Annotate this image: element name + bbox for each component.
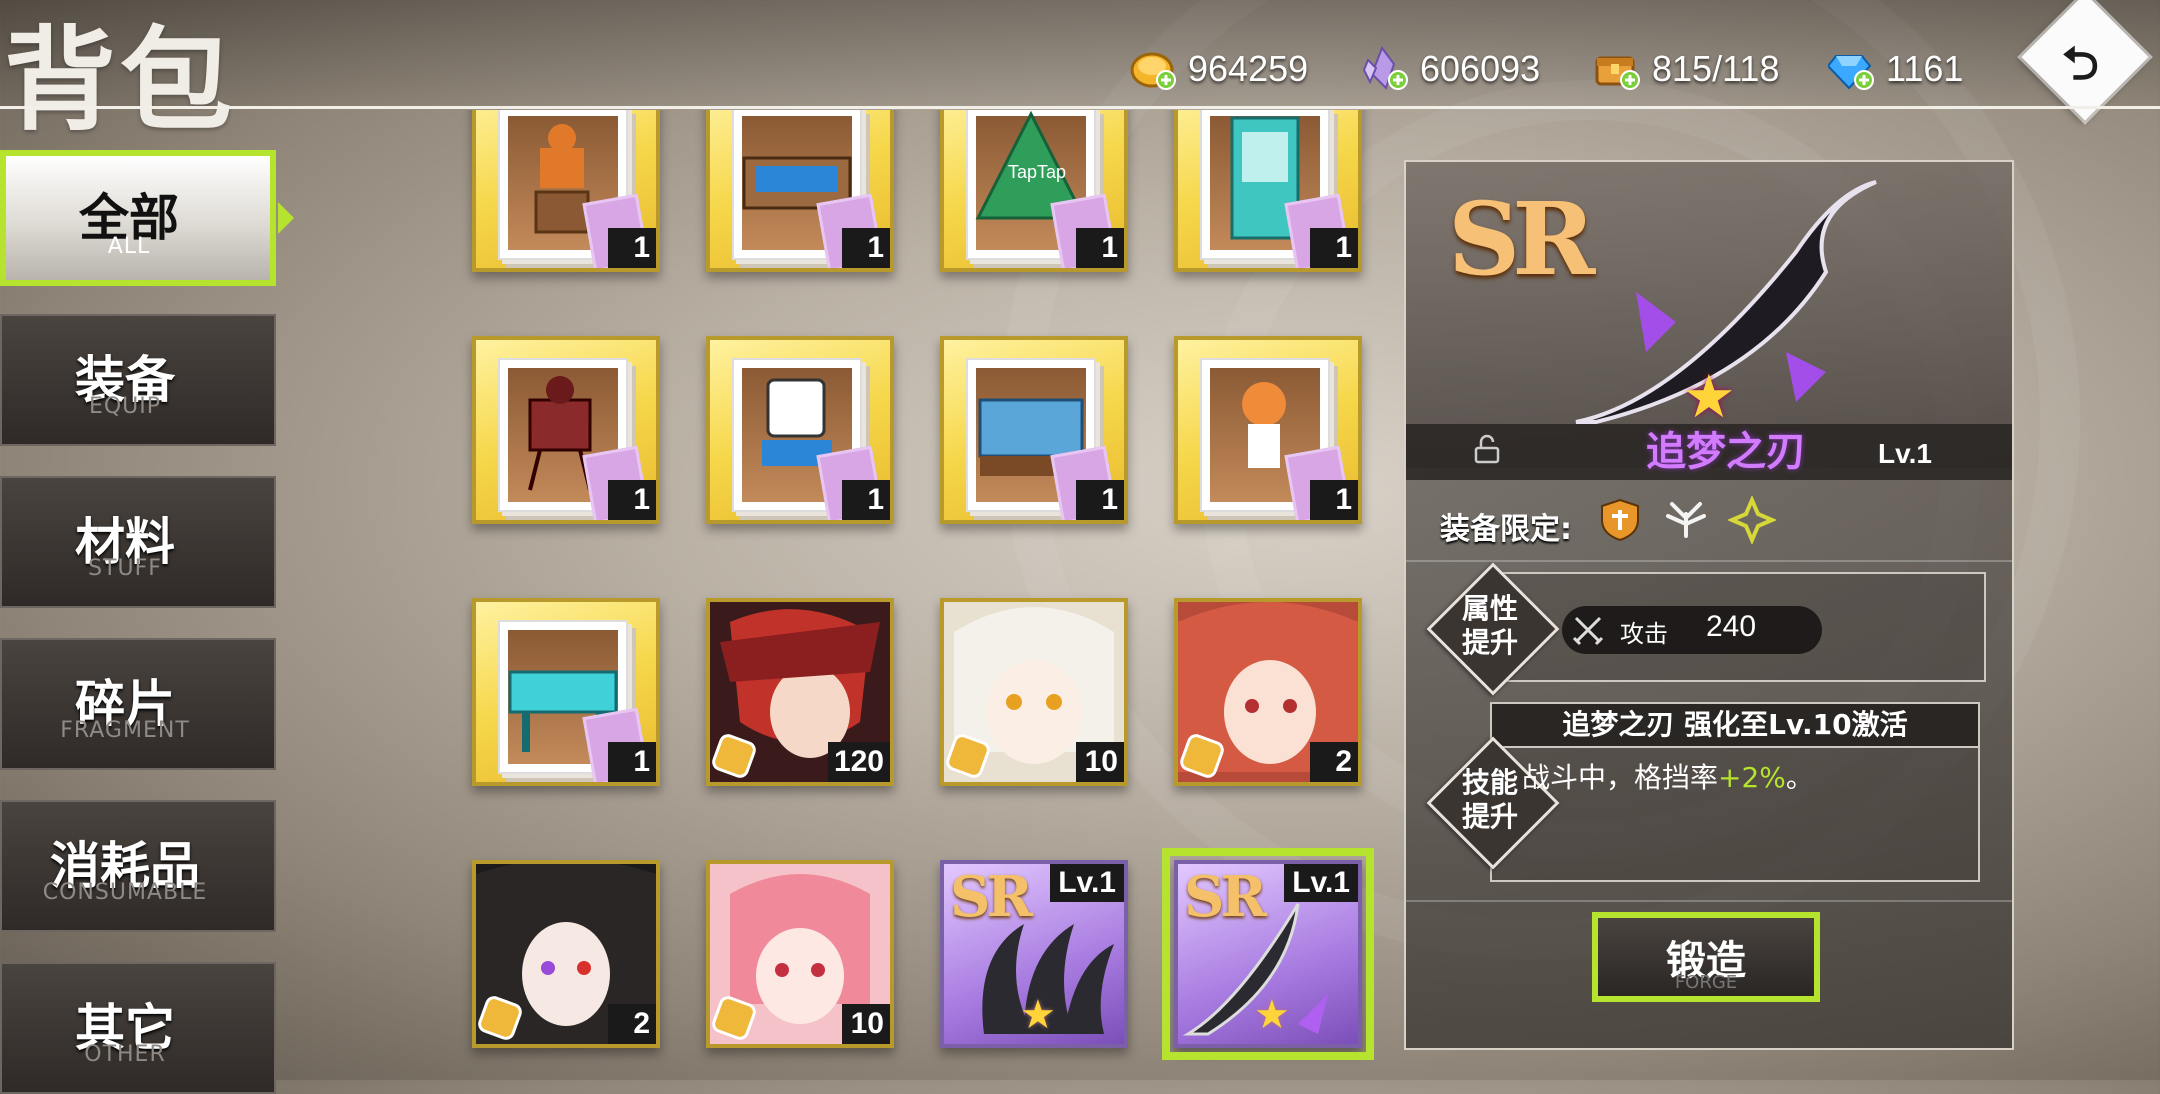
item-count: 1 xyxy=(842,228,890,268)
attack-stat: 攻击 240 xyxy=(1562,606,1822,654)
active-pointer xyxy=(278,202,294,234)
tab-fragment[interactable]: 碎片 FRAGMENT xyxy=(0,638,276,770)
stat-label: 攻击 xyxy=(1620,620,1668,648)
rarity-label: SR xyxy=(950,864,1033,930)
item-level: Lv.1 xyxy=(1050,864,1124,902)
equip-limit-label: 装备限定: xyxy=(1440,512,1572,547)
grid-item[interactable]: 120 xyxy=(706,598,894,786)
diamond-resource[interactable]: 1161 xyxy=(1826,42,1964,96)
back-button[interactable]: ⮌ xyxy=(2020,0,2150,122)
back-arrow-icon: ⮌ xyxy=(2062,36,2099,90)
chest-value: 815/118 xyxy=(1652,48,1780,89)
divider xyxy=(1406,560,2012,562)
diamond-icon xyxy=(1826,46,1874,92)
treasure-chest-icon xyxy=(1594,46,1640,92)
item-count: 1 xyxy=(608,480,656,520)
item-count: 10 xyxy=(1076,742,1124,782)
tab-sublabel: EQUIP xyxy=(88,394,162,419)
diamond-value: 1161 xyxy=(1886,48,1964,89)
tab-sublabel: OTHER xyxy=(84,1042,166,1067)
tab-sublabel: ALL xyxy=(107,234,151,259)
item-count: 10 xyxy=(842,1004,890,1044)
tab-stuff[interactable]: 材料 STUFF xyxy=(0,476,276,608)
item-level: Lv.1 xyxy=(1878,438,1932,469)
star-icon: ★ xyxy=(1020,992,1056,1038)
inventory-grid[interactable]: 1 1 TapTap 1 1 1 1 1 1 1 120 10 2 2 10 S… xyxy=(300,110,1390,1080)
grid-item[interactable]: 2 xyxy=(1174,598,1362,786)
gold-coin-icon xyxy=(1130,46,1176,92)
grid-item-selected[interactable]: SR Lv.1 ★ xyxy=(1162,848,1374,1060)
shield-class-icon xyxy=(1601,498,1639,542)
rarity-label: SR xyxy=(1184,864,1267,930)
grid-item[interactable]: 1 xyxy=(1174,336,1362,524)
item-count: 1 xyxy=(1310,228,1358,268)
skill-description: 战斗中，格挡率+2%。 xyxy=(1522,761,1814,794)
grid-item[interactable]: 1 xyxy=(940,336,1128,524)
chest-resource[interactable]: 815/118 xyxy=(1594,42,1779,96)
star-class-icon xyxy=(1728,496,1776,544)
tab-other[interactable]: 其它 OTHER xyxy=(0,962,276,1094)
skill-title: 追梦之刃 强化至Lv.10激活 xyxy=(1490,702,1980,748)
item-name: 追梦之刃 xyxy=(1646,429,1806,475)
item-count: 1 xyxy=(1076,228,1124,268)
item-detail-panel: SR ★ 追梦之刃 Lv.1 装备限定: 属性 提升 攻击 240 追梦之刃 强化… xyxy=(1404,160,2014,1050)
tab-all[interactable]: 全部 ALL xyxy=(0,150,294,286)
wing-class-icon xyxy=(1666,502,1706,538)
grid-item[interactable]: 1 xyxy=(1174,110,1362,272)
grid-item[interactable]: 1 xyxy=(706,110,894,272)
item-level: Lv.1 xyxy=(1284,864,1358,902)
item-count: 1 xyxy=(1076,480,1124,520)
blade-weapon-icon xyxy=(1575,180,1877,424)
grid-item[interactable]: 2 xyxy=(472,860,660,1048)
item-count: 120 xyxy=(827,742,890,782)
unlock-icon[interactable] xyxy=(1472,434,1502,464)
grid-item[interactable]: 10 xyxy=(706,860,894,1048)
tab-sublabel: STUFF xyxy=(88,556,162,581)
divider xyxy=(1406,900,2012,902)
grid-item[interactable]: 1 xyxy=(472,336,660,524)
item-count: 1 xyxy=(608,742,656,782)
gold-resource[interactable]: 964259 xyxy=(1130,42,1308,96)
attribute-label: 属性 提升 xyxy=(1461,592,1518,659)
top-bar: 背包 964259 606093 815/118 1161 ⮌ xyxy=(0,0,2160,146)
gold-value: 964259 xyxy=(1188,48,1309,89)
item-count: 1 xyxy=(1310,480,1358,520)
grid-item[interactable]: TapTap 1 xyxy=(940,110,1128,272)
svg-text:TapTap: TapTap xyxy=(1008,162,1066,182)
grid-item[interactable]: 1 xyxy=(472,598,660,786)
forge-button[interactable]: 锻造 FORGE xyxy=(1592,912,1820,1002)
tab-sublabel: FRAGMENT xyxy=(60,718,190,743)
tab-equip[interactable]: 装备 EQUIP xyxy=(0,314,276,446)
tab-consumable[interactable]: 消耗品 CONSUMABLE xyxy=(0,800,276,932)
star-icon: ★ xyxy=(1254,992,1290,1038)
forge-sublabel: FORGE xyxy=(1674,972,1738,993)
stat-value: 240 xyxy=(1706,610,1757,643)
item-count: 2 xyxy=(608,1004,656,1044)
page-title: 背包 xyxy=(4,15,236,146)
grid-item[interactable]: 10 xyxy=(940,598,1128,786)
grid-item[interactable]: 1 xyxy=(706,336,894,524)
tab-sublabel: CONSUMABLE xyxy=(42,880,208,905)
purple-crystal-icon xyxy=(1362,45,1408,92)
crystal-resource[interactable]: 606093 xyxy=(1362,42,1540,96)
item-count: 1 xyxy=(608,228,656,268)
grid-item[interactable]: SR Lv.1 ★ xyxy=(940,860,1128,1048)
crossed-swords-icon xyxy=(1572,616,1604,646)
top-divider xyxy=(0,106,2160,109)
star-icon: ★ xyxy=(1682,362,1736,432)
crystal-value: 606093 xyxy=(1420,48,1541,89)
grid-item[interactable]: 1 xyxy=(472,110,660,272)
item-count: 1 xyxy=(842,480,890,520)
item-count: 2 xyxy=(1310,742,1358,782)
